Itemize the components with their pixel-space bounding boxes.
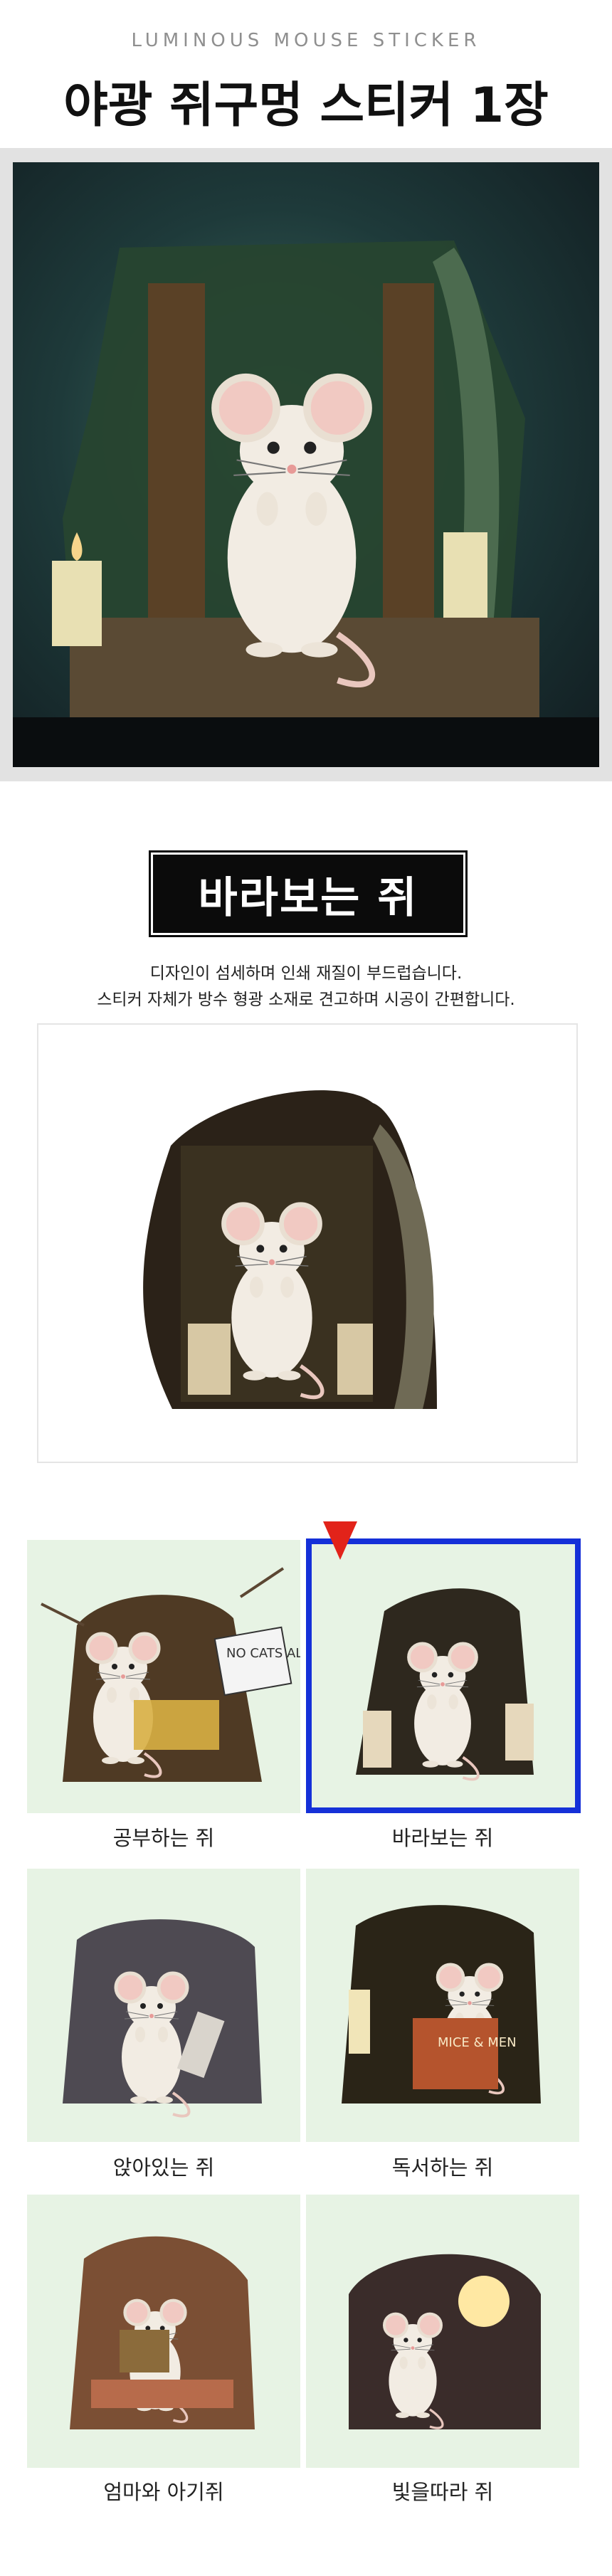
option-label-6[interactable]: 빛을따라 쥐 xyxy=(306,2476,579,2506)
option-tile-sitting-mouse[interactable] xyxy=(27,1869,300,2142)
featured-name-box: 바라보는 쥐 xyxy=(149,850,468,937)
option-1-sign-text: NO CATS ALLOWED xyxy=(226,1646,300,1661)
description-line-1: 디자인이 섬세하며 인쇄 재질이 부드럽습니다. xyxy=(149,964,463,983)
selection-pointer-icon xyxy=(323,1521,357,1560)
selected-option-highlight xyxy=(306,1538,581,1813)
description-line-2: 스티커 자체가 방수 형광 소재로 견고하며 시공이 간편합니다. xyxy=(97,991,515,1009)
hero-image xyxy=(13,162,599,767)
page-title: 야광 쥐구멍 스티커 1장 xyxy=(63,78,549,134)
product-image-card xyxy=(37,1023,578,1463)
option-4-book-text: MICE & MEN xyxy=(438,2035,517,2050)
featured-name: 바라보는 쥐 xyxy=(198,872,418,923)
option-tile-following-light[interactable] xyxy=(306,2195,579,2468)
option-label-1[interactable]: 공부하는 쥐 xyxy=(27,1822,300,1852)
option-tile-mother-and-baby[interactable] xyxy=(27,2195,300,2468)
option-tile-reading-mouse[interactable]: MICE & MEN xyxy=(306,1869,579,2142)
product-eyebrow: LUMINOUS MOUSE STICKER xyxy=(131,30,481,51)
option-label-4[interactable]: 독서하는 쥐 xyxy=(306,2151,579,2181)
option-label-5[interactable]: 엄마와 아기쥐 xyxy=(27,2476,300,2506)
option-label-3[interactable]: 앉아있는 쥐 xyxy=(27,2151,300,2181)
option-label-2[interactable]: 바라보는 쥐 xyxy=(306,1822,579,1852)
option-tile-studying-mouse[interactable]: NO CATS ALLOWED xyxy=(27,1540,300,1813)
